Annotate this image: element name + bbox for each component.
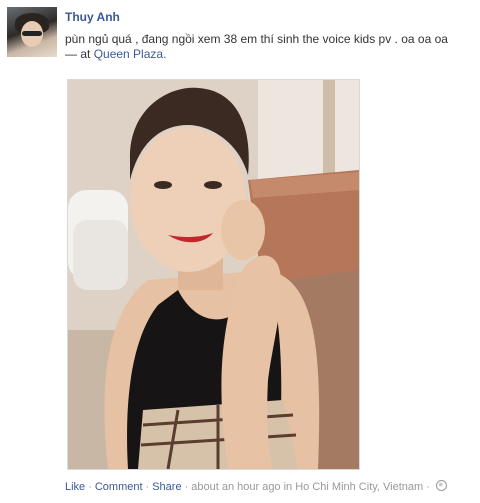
status-message: pùn ngủ quá , đang ngồi xem 38 em thí si…	[65, 32, 475, 62]
status-text: pùn ngủ quá , đang ngồi xem 38 em thí si…	[65, 32, 448, 46]
at-prefix: — at	[65, 47, 91, 61]
separator: ·	[426, 481, 430, 493]
like-link[interactable]: Like	[65, 481, 85, 493]
separator: ·	[88, 481, 92, 493]
post-timestamp[interactable]: about an hour ago in Ho Chi Minh City, V…	[191, 481, 423, 493]
separator: ·	[145, 481, 150, 493]
selfie-image	[68, 80, 359, 469]
separator: ·	[184, 481, 189, 493]
avatar-sunglasses	[22, 31, 42, 36]
place-link[interactable]: Queen Plaza.	[94, 47, 167, 61]
post-actions-bar: Like · Comment · Share · about an hour ago in …	[65, 480, 447, 493]
comment-link[interactable]: Comment	[95, 481, 143, 493]
author-name[interactable]: Thuy Anh	[65, 10, 120, 24]
share-link[interactable]: Share	[152, 481, 181, 493]
profile-avatar[interactable]	[7, 7, 57, 57]
post-photo[interactable]	[67, 79, 360, 470]
globe-icon[interactable]	[435, 480, 447, 491]
